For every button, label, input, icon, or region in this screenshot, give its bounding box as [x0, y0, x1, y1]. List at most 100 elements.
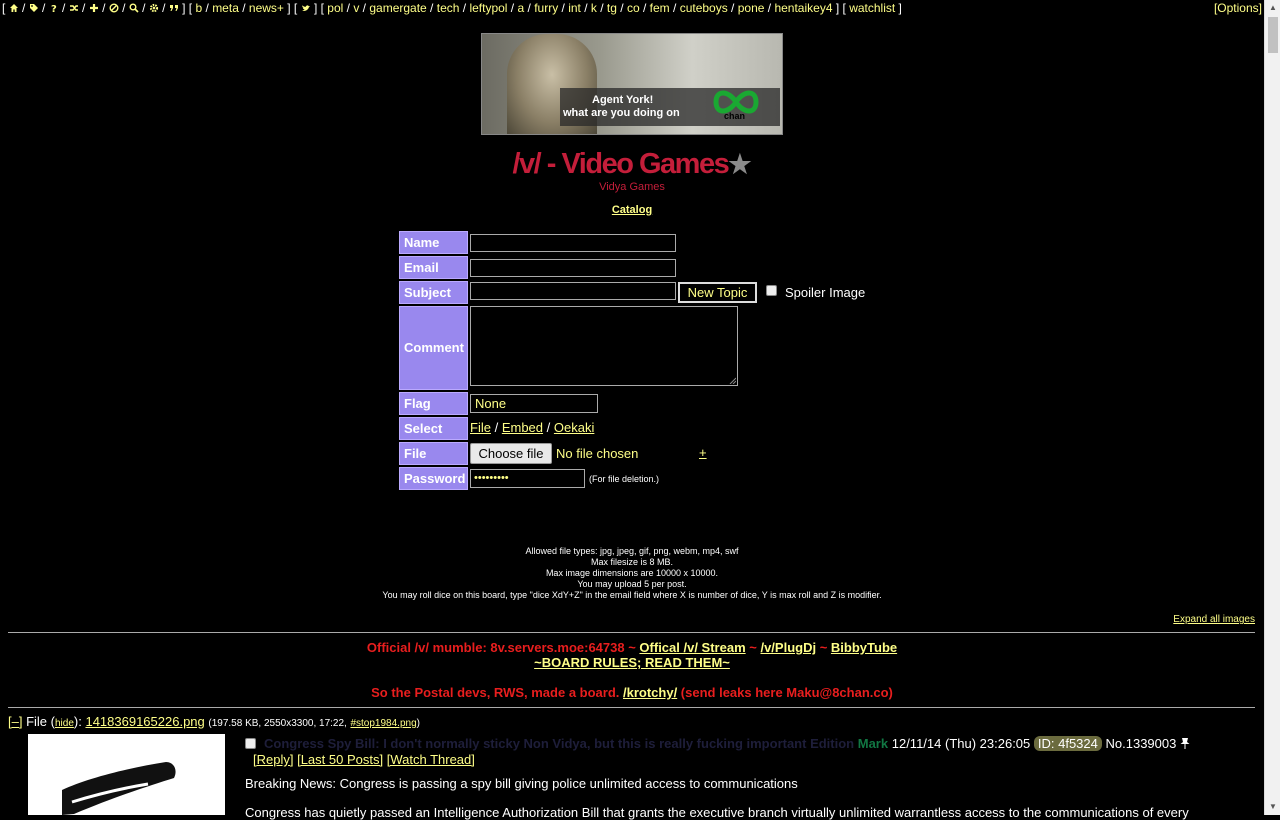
subject-field[interactable]: [470, 282, 676, 300]
fav-board-pol[interactable]: pol: [327, 1, 343, 15]
stream-link[interactable]: Offical /v/ Stream: [639, 640, 745, 655]
board-subtitle: Vidya Games: [599, 181, 665, 193]
post-body-line: Congress has quietly passed an Intellige…: [245, 805, 1189, 820]
board-link-meta[interactable]: meta: [212, 1, 239, 15]
post-thumbnail[interactable]: [28, 734, 225, 815]
ban-icon[interactable]: [109, 1, 119, 15]
fav-board-tg[interactable]: tg: [607, 1, 617, 15]
fav-board-co[interactable]: co: [627, 1, 640, 15]
email-label: Email: [399, 256, 468, 279]
catalog-link[interactable]: Catalog: [612, 204, 652, 216]
board-link-news[interactable]: news+: [249, 1, 284, 15]
scroll-up-arrow-icon[interactable]: ▲: [1265, 0, 1280, 16]
board-list: [ / / ? / / / / / / ] [ b / meta / news+…: [2, 1, 902, 15]
subject-label: Subject: [399, 281, 468, 304]
choose-file-button[interactable]: Choose file: [470, 443, 552, 464]
resize-grip-icon[interactable]: [729, 377, 736, 384]
poster-id[interactable]: ID: 4f5324: [1033, 736, 1102, 751]
fav-board-hentaikey4[interactable]: hentaikey4: [774, 1, 832, 15]
board-title-text: /v/ - Video Games: [512, 148, 729, 180]
fav-board-furry[interactable]: furry: [534, 1, 558, 15]
banner-line-1: Agent York!: [592, 94, 654, 106]
no-file-chosen-text: No file chosen: [556, 446, 639, 461]
twitter-icon[interactable]: [301, 1, 311, 15]
file-label: File: [399, 442, 468, 465]
post-number-link[interactable]: No.1339003: [1106, 736, 1177, 751]
select-oekaki-link[interactable]: Oekaki: [554, 420, 594, 435]
random-icon[interactable]: [69, 1, 79, 15]
plugdj-link[interactable]: /v/PlugDj: [760, 640, 816, 655]
divider: [8, 707, 1255, 708]
select-file-link[interactable]: File: [470, 420, 491, 435]
options-link[interactable]: [Options]: [1214, 1, 1262, 15]
info-line-dimensions: Max image dimensions are 10000 x 10000.: [545, 568, 719, 578]
name-field[interactable]: [470, 234, 676, 252]
new-topic-button[interactable]: New Topic: [678, 282, 757, 303]
file-name-link[interactable]: 1418369165226.png: [85, 714, 204, 729]
post-select-checkbox[interactable]: [245, 738, 256, 749]
scrollbar-thumb[interactable]: [1268, 17, 1278, 53]
post-header: Congress Spy Bill: I don't normally stic…: [264, 736, 1190, 751]
info-line-filetypes: Allowed file types: jpg, jpeg, gif, png,…: [525, 546, 739, 556]
create-icon[interactable]: [89, 1, 99, 15]
post-subject: Congress Spy Bill: I don't normally stic…: [264, 736, 855, 751]
original-filename-link[interactable]: #stop1984.png: [350, 718, 416, 729]
help-icon[interactable]: ?: [49, 1, 59, 15]
hide-file-link[interactable]: hide: [55, 718, 74, 729]
password-label: Password: [399, 467, 468, 490]
spoiler-checkbox[interactable]: [766, 285, 777, 296]
scroll-down-arrow-icon[interactable]: ▼: [1265, 799, 1280, 815]
flag-select[interactable]: None: [470, 394, 598, 413]
watch-thread-link[interactable]: [Watch Thread]: [387, 752, 475, 767]
board-banner[interactable]: Agent York! what are you doing on chan: [481, 33, 783, 135]
scrollbar[interactable]: ▲ ▼: [1264, 0, 1280, 815]
fav-board-tech[interactable]: tech: [437, 1, 460, 15]
announcement-links: Official /v/ mumble: 8v.servers.moe:6473…: [0, 640, 1264, 655]
flag-label: Flag: [399, 392, 468, 415]
last-50-posts-link[interactable]: [Last 50 Posts]: [297, 752, 383, 767]
collapse-thread-button[interactable]: [–]: [8, 714, 22, 729]
poster-name: Mark: [857, 736, 889, 751]
postal-announcement: So the Postal devs, RWS, made a board. /…: [0, 685, 1264, 700]
password-field[interactable]: •••••••••: [470, 469, 585, 488]
fav-board-int[interactable]: int: [568, 1, 581, 15]
home-icon[interactable]: [9, 1, 19, 15]
fav-board-gamergate[interactable]: gamergate: [369, 1, 426, 15]
quote-icon[interactable]: [169, 1, 179, 15]
settings-icon[interactable]: [149, 1, 159, 15]
tags-icon[interactable]: [29, 1, 39, 15]
mumble-text: Official /v/ mumble: 8v.servers.moe:6473…: [366, 640, 640, 655]
announcement-separator: ~: [745, 640, 761, 655]
top-navigation-bar: [ / / ? / / / / / / ] [ b / meta / news+…: [0, 0, 1264, 16]
expand-all-images-link[interactable]: Expand all images: [1173, 614, 1255, 625]
favorite-star-icon[interactable]: ★: [728, 149, 751, 179]
search-icon[interactable]: [129, 1, 139, 15]
select-embed-link[interactable]: Embed: [502, 420, 543, 435]
krotchy-link[interactable]: /krotchy/: [623, 685, 677, 700]
watchlist-link[interactable]: watchlist: [849, 1, 895, 15]
select-label: Select: [399, 417, 468, 440]
fav-board-pone[interactable]: pone: [738, 1, 765, 15]
svg-text:?: ?: [51, 4, 57, 13]
fav-board-leftypol[interactable]: leftypol: [469, 1, 507, 15]
info-line-upload-count: You may upload 5 per post.: [577, 579, 687, 589]
email-field[interactable]: [470, 259, 676, 277]
fav-board-fem[interactable]: fem: [650, 1, 670, 15]
file-meta-close: ): [416, 718, 420, 729]
fav-board-cuteboys[interactable]: cuteboys: [680, 1, 728, 15]
bibbytube-link[interactable]: BibbyTube: [831, 640, 897, 655]
announcement-separator: ~: [816, 640, 831, 655]
banner-logo-text: chan: [724, 111, 746, 121]
divider: [8, 632, 1255, 633]
postal-leaks-text: (send leaks here Maku@8chan.co): [677, 685, 893, 700]
board-rules-link[interactable]: ~BOARD RULES; READ THEM~: [534, 655, 730, 670]
post-date: 12/11/14 (Thu) 23:26:05: [891, 736, 1031, 751]
name-label: Name: [399, 231, 468, 254]
banner-line-2: what are you doing on: [563, 107, 680, 119]
post-body-line: Breaking News: Congress is passing a spy…: [245, 776, 798, 791]
comment-textarea[interactable]: [470, 306, 738, 386]
add-file-link[interactable]: +: [699, 445, 707, 460]
reply-link[interactable]: [Reply]: [253, 752, 293, 767]
info-line-dice: You may roll dice on this board, type "d…: [382, 590, 882, 600]
board-title: /v/ - Video Games★: [0, 148, 1264, 181]
